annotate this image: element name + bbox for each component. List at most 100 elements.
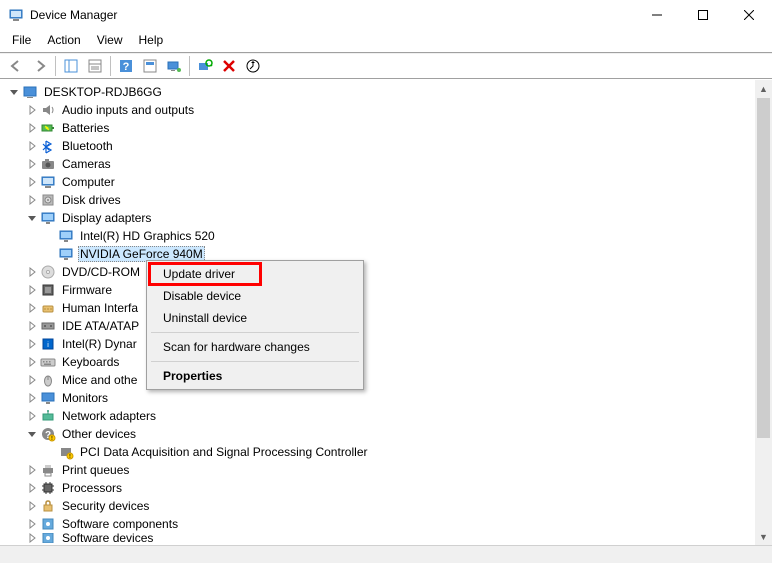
tree-node-label: IDE ATA/ATAP	[60, 318, 141, 334]
expander-icon[interactable]	[24, 408, 40, 424]
show-hide-tree-button[interactable]	[60, 55, 82, 77]
tree-child-16-0[interactable]: !PCI Data Acquisition and Signal Process…	[2, 443, 772, 461]
tree-node-keyboard[interactable]: Keyboards	[2, 353, 772, 371]
tree-node-display[interactable]: Display adapters	[2, 209, 772, 227]
expander-icon[interactable]	[24, 390, 40, 406]
expander-icon[interactable]	[24, 210, 40, 226]
expander-icon[interactable]	[24, 336, 40, 352]
tree-node-firmware[interactable]: Firmware	[2, 281, 772, 299]
tree-node-monitor[interactable]: Monitors	[2, 389, 772, 407]
ctx-disable-device[interactable]: Disable device	[149, 285, 361, 307]
tree-node-security[interactable]: Security devices	[2, 497, 772, 515]
tree-node-battery[interactable]: Batteries	[2, 119, 772, 137]
security-icon	[40, 498, 56, 514]
tree-node-cpu[interactable]: Processors	[2, 479, 772, 497]
scroll-down-arrow[interactable]: ▼	[755, 528, 772, 545]
minimize-button[interactable]	[634, 0, 680, 30]
forward-button[interactable]	[29, 55, 51, 77]
tree-node-network[interactable]: Network adapters	[2, 407, 772, 425]
audio-icon	[40, 102, 56, 118]
display-icon	[58, 246, 74, 262]
tree-node-printer[interactable]: Print queues	[2, 461, 772, 479]
menu-help[interactable]: Help	[131, 31, 172, 49]
tree-node-intel[interactable]: iIntel(R) Dynar	[2, 335, 772, 353]
tree-node-label: DESKTOP-RDJB6GG	[42, 84, 164, 100]
vertical-scrollbar[interactable]: ▲ ▼	[755, 80, 772, 545]
tree-node-audio[interactable]: Audio inputs and outputs	[2, 101, 772, 119]
expander-icon[interactable]	[24, 264, 40, 280]
disk-icon	[40, 192, 56, 208]
properties-button[interactable]	[84, 55, 106, 77]
other-warn-icon: !	[58, 444, 74, 460]
tree-node-label: Human Interfa	[60, 300, 140, 316]
action-button[interactable]	[139, 55, 161, 77]
tree-root[interactable]: DESKTOP-RDJB6GG	[2, 83, 772, 101]
tree-node-label: Keyboards	[60, 354, 121, 370]
tree-node-disk[interactable]: Disk drives	[2, 191, 772, 209]
tree-node-label: Display adapters	[60, 210, 153, 226]
ctx-update-driver[interactable]: Update driver	[149, 263, 361, 285]
expander-icon[interactable]	[24, 282, 40, 298]
tree-node-label: Intel(R) HD Graphics 520	[78, 228, 217, 244]
help-button[interactable]: ?	[115, 55, 137, 77]
tree-node-21[interactable]: Software devices	[2, 533, 772, 543]
tree-node-ide[interactable]: IDE ATA/ATAP	[2, 317, 772, 335]
expander-icon[interactable]	[24, 533, 40, 543]
software-icon	[40, 516, 56, 532]
tree-node-label: Intel(R) Dynar	[60, 336, 139, 352]
expander-icon[interactable]	[24, 354, 40, 370]
tree-child-6-1[interactable]: NVIDIA GeForce 940M	[2, 245, 772, 263]
scan-hardware-button[interactable]	[194, 55, 216, 77]
ctx-properties[interactable]: Properties	[149, 365, 361, 387]
tree-node-label: Other devices	[60, 426, 138, 442]
monitor-icon	[40, 390, 56, 406]
tree-node-label: Security devices	[60, 498, 151, 514]
expander-icon[interactable]	[24, 102, 40, 118]
tree-node-camera[interactable]: Cameras	[2, 155, 772, 173]
camera-icon	[40, 156, 56, 172]
display-icon	[40, 210, 56, 226]
back-button[interactable]	[5, 55, 27, 77]
tree-node-software[interactable]: Software components	[2, 515, 772, 533]
tree-child-6-0[interactable]: Intel(R) HD Graphics 520	[2, 227, 772, 245]
intel-icon: i	[40, 336, 56, 352]
expander-icon[interactable]	[24, 138, 40, 154]
expander-icon[interactable]	[24, 120, 40, 136]
expander-icon[interactable]	[24, 318, 40, 334]
ctx-scan-hardware[interactable]: Scan for hardware changes	[149, 336, 361, 358]
tree-node-label: PCI Data Acquisition and Signal Processi…	[78, 444, 369, 460]
tree-node-computer[interactable]: Computer	[2, 173, 772, 191]
expander-icon[interactable]	[24, 480, 40, 496]
maximize-button[interactable]	[680, 0, 726, 30]
view-devices-button[interactable]	[163, 55, 185, 77]
menu-view[interactable]: View	[89, 31, 131, 49]
expander-icon[interactable]	[6, 84, 22, 100]
status-bar	[0, 545, 772, 563]
uninstall-button[interactable]	[218, 55, 240, 77]
expander-icon[interactable]	[24, 300, 40, 316]
tree-node-label: Monitors	[60, 390, 110, 406]
expander-icon[interactable]	[24, 174, 40, 190]
app-icon	[8, 7, 24, 23]
ctx-uninstall-device[interactable]: Uninstall device	[149, 307, 361, 329]
menu-action[interactable]: Action	[39, 31, 88, 49]
device-tree-panel[interactable]: DESKTOP-RDJB6GGAudio inputs and outputsB…	[0, 80, 772, 545]
tree-node-bluetooth[interactable]: Bluetooth	[2, 137, 772, 155]
tree-node-hid[interactable]: Human Interfa	[2, 299, 772, 317]
menu-file[interactable]: File	[4, 31, 39, 49]
scroll-thumb[interactable]	[757, 98, 770, 438]
tree-node-dvd[interactable]: DVD/CD-ROM	[2, 263, 772, 281]
expander-icon[interactable]	[24, 498, 40, 514]
expander-icon[interactable]	[24, 462, 40, 478]
expander-icon[interactable]	[24, 426, 40, 442]
expander-icon[interactable]	[24, 516, 40, 532]
tree-node-other[interactable]: ?!Other devices	[2, 425, 772, 443]
scroll-up-arrow[interactable]: ▲	[755, 80, 772, 97]
expander-icon[interactable]	[24, 156, 40, 172]
network-icon	[40, 408, 56, 424]
expander-icon[interactable]	[24, 372, 40, 388]
close-button[interactable]	[726, 0, 772, 30]
expander-icon[interactable]	[24, 192, 40, 208]
tree-node-mouse[interactable]: Mice and othe	[2, 371, 772, 389]
update-driver-button[interactable]	[242, 55, 264, 77]
